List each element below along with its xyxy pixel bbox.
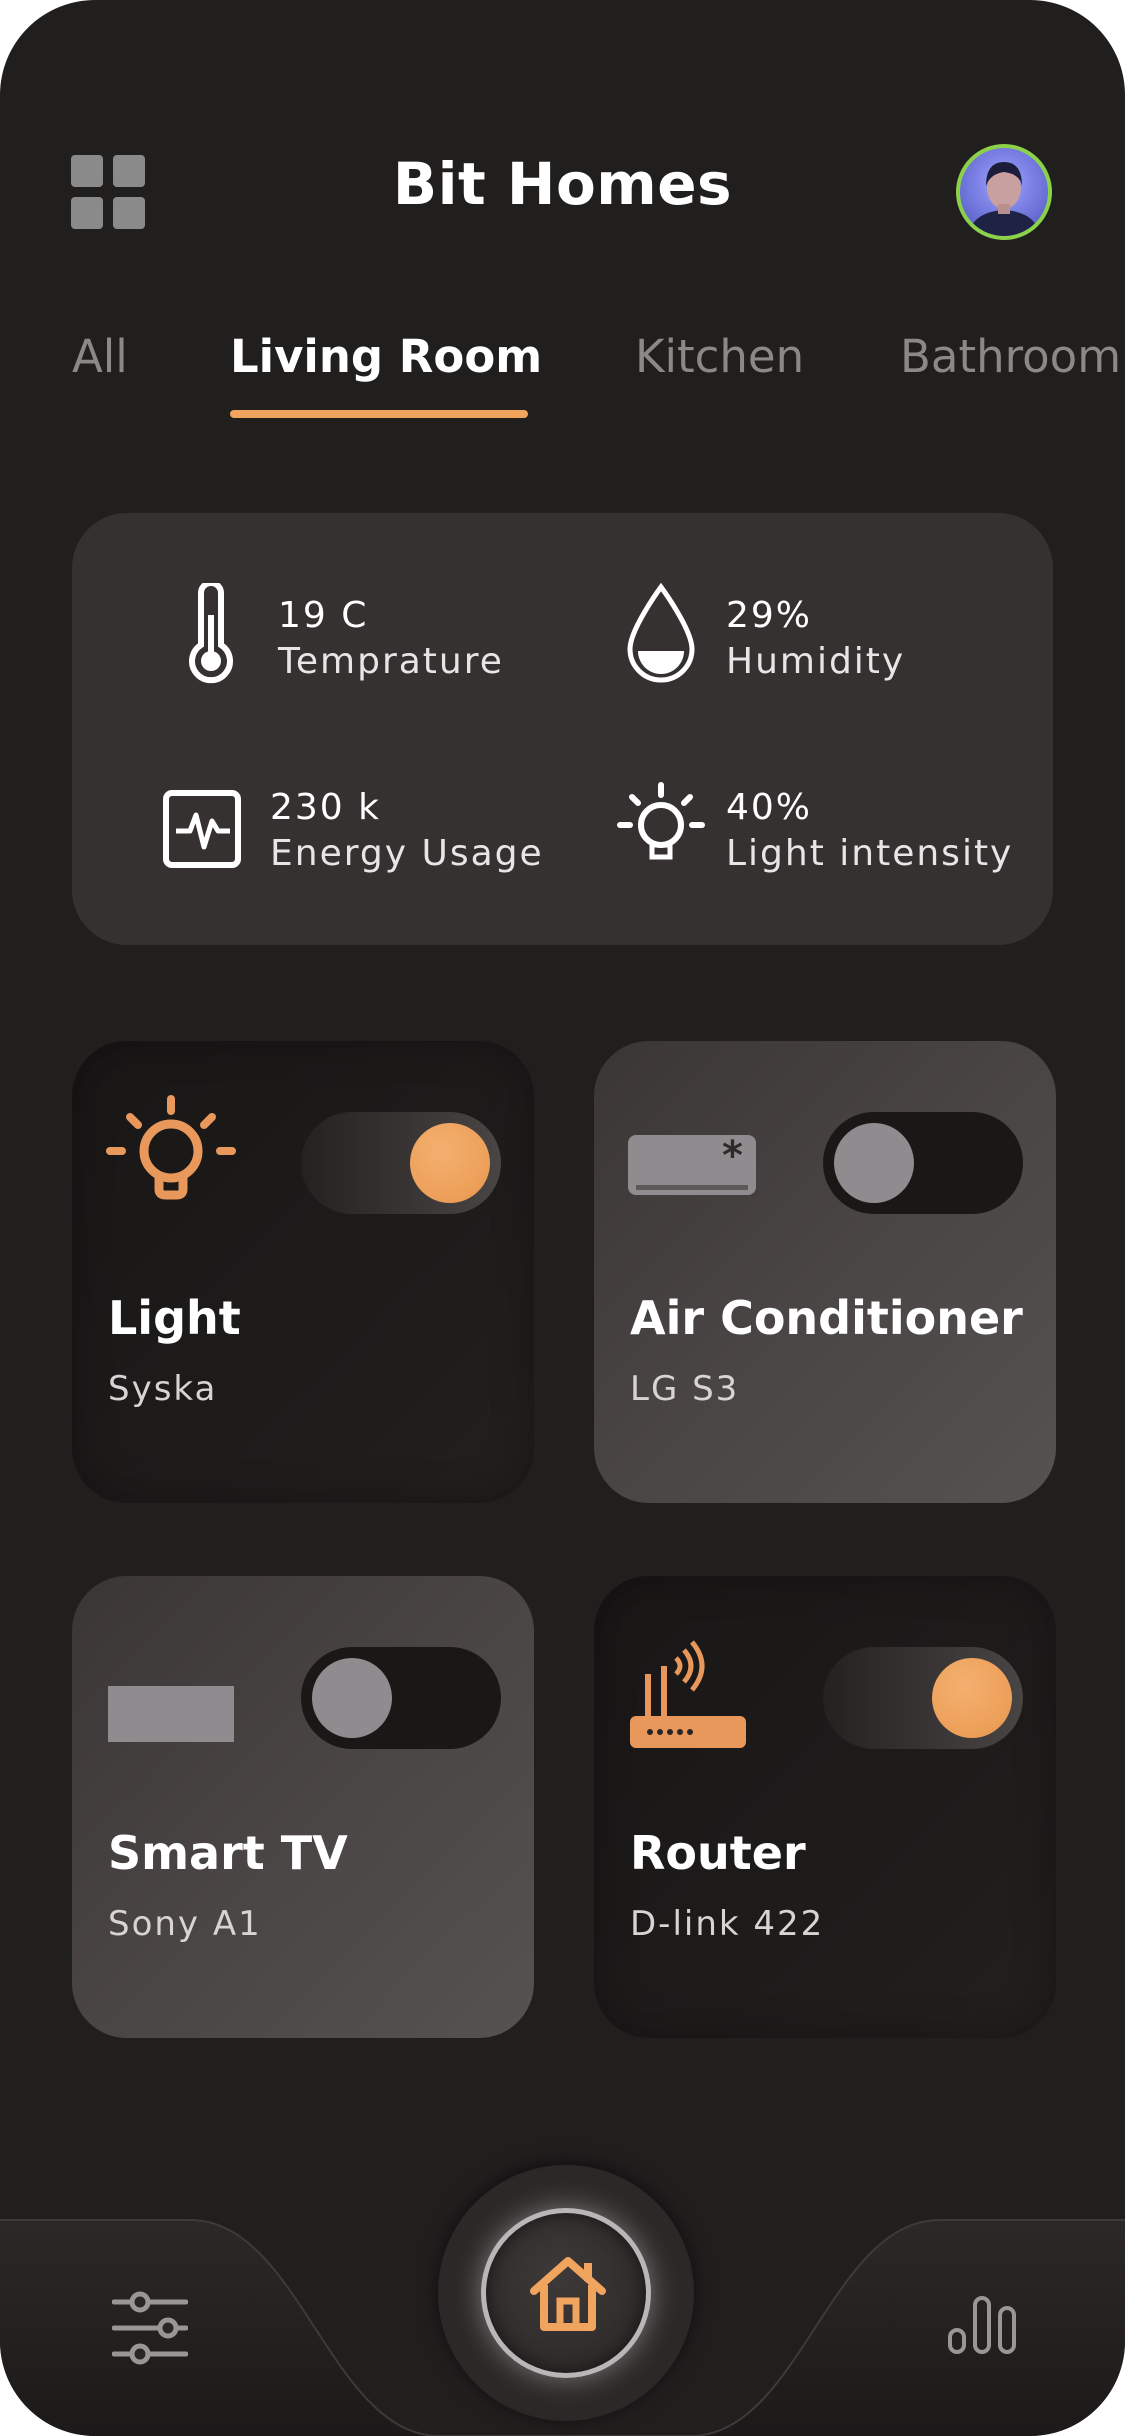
toggle-knob [834, 1123, 914, 1203]
droplet-icon [616, 582, 706, 693]
device-name: Smart TV [108, 1826, 348, 1880]
home-button[interactable] [438, 2165, 694, 2421]
device-card-router[interactable]: Router D-link 422 [594, 1576, 1056, 2038]
power-toggle[interactable] [823, 1647, 1023, 1749]
app-screen: Bit Homes All Living Room Kitchen Bathro… [0, 0, 1125, 2436]
stat-temperature: 19 C Temprature [168, 580, 588, 693]
power-toggle[interactable] [301, 1647, 501, 1749]
power-toggle[interactable] [301, 1112, 501, 1214]
device-card-light[interactable]: Light Syska [72, 1041, 534, 1503]
room-tabs: All Living Room Kitchen Bathroom [0, 330, 1125, 430]
avatar[interactable] [956, 144, 1052, 240]
device-card-smart-tv[interactable]: Smart TV Sony A1 [72, 1576, 534, 2038]
thermometer-icon [168, 580, 258, 693]
stat-label: Energy Usage [270, 833, 544, 874]
active-tab-indicator [230, 410, 528, 418]
device-model: Syska [108, 1369, 218, 1409]
toggle-knob [312, 1658, 392, 1738]
device-name: Light [108, 1291, 241, 1345]
room-stats-panel: 19 C Temprature 29% Humidity 230 k Energ [72, 513, 1053, 945]
device-name: Air Conditioner [630, 1291, 1023, 1345]
device-card-air-conditioner[interactable]: * Air Conditioner LG S3 [594, 1041, 1056, 1503]
bulb-icon [106, 1089, 236, 1219]
svg-text:*: * [722, 1133, 743, 1179]
stat-value: 40% [726, 787, 813, 828]
device-model: Sony A1 [108, 1904, 262, 1944]
tv-icon [106, 1624, 236, 1754]
toggle-knob [932, 1658, 1012, 1738]
tv-stand [132, 1722, 212, 1729]
bar-chart-icon[interactable] [946, 2294, 1018, 2358]
power-toggle[interactable] [823, 1112, 1023, 1214]
air-conditioner-icon: * [628, 1089, 758, 1219]
pulse-monitor-icon [160, 775, 250, 885]
device-model: D-link 422 [630, 1904, 825, 1944]
sliders-icon[interactable] [111, 2290, 189, 2370]
router-icon [628, 1624, 758, 1754]
device-model: LG S3 [630, 1369, 740, 1409]
stat-value: 29% [726, 595, 813, 636]
person-photo [968, 162, 1040, 236]
stat-light-intensity: 40% Light intensity [616, 775, 1036, 885]
tab-all[interactable]: All [72, 330, 128, 383]
stat-label: Light intensity [726, 833, 1014, 874]
stat-label: Humidity [726, 641, 906, 682]
stat-energy-usage: 230 k Energy Usage [160, 775, 580, 885]
toggle-knob [410, 1123, 490, 1203]
stat-value: 19 C [278, 595, 369, 636]
home-button-ring [481, 2208, 651, 2378]
stat-value: 230 k [270, 787, 382, 828]
device-name: Router [630, 1826, 806, 1880]
stat-humidity: 29% Humidity [616, 582, 1036, 693]
home-icon [530, 2257, 606, 2331]
tab-kitchen[interactable]: Kitchen [635, 330, 804, 383]
bulb-icon [616, 775, 706, 885]
tab-living-room[interactable]: Living Room [230, 330, 542, 383]
stat-label: Temprature [278, 641, 504, 682]
tab-bathroom[interactable]: Bathroom [900, 330, 1121, 383]
